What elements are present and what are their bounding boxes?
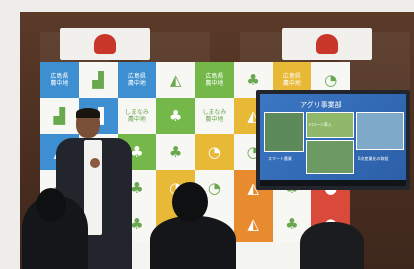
backdrop-tile: ◭: [156, 62, 195, 98]
ship-icon: ◭: [169, 70, 182, 89]
backdrop-tile: 広島県 農中地: [195, 62, 234, 98]
left-banner: [60, 28, 150, 60]
wifi-icon: ◔: [207, 178, 221, 197]
backdrop-tile: しまなみ 農中地: [195, 98, 234, 134]
backdrop-tile: ▟: [78, 62, 118, 98]
screen-taskbar: [260, 180, 406, 186]
wifi-icon: ◔: [324, 70, 338, 89]
tile-label: 広島県 農中地: [127, 73, 146, 87]
backdrop-tile: ◔: [195, 134, 234, 170]
backdrop-tile: 広島県 農中地: [117, 62, 157, 98]
audience-head: [172, 182, 208, 222]
backdrop-tile: ♣: [156, 98, 195, 134]
clover-icon: ♣: [168, 106, 183, 125]
right-banner: [282, 28, 372, 60]
photo-frame-left: [0, 0, 20, 269]
audience-member: [300, 222, 364, 269]
audience-member: [150, 216, 236, 269]
slide-photo-worker: [306, 140, 354, 174]
factory-icon: ▟: [92, 70, 104, 89]
red-logo-icon: [316, 34, 338, 54]
tile-label: 広島県 農中地: [205, 73, 224, 87]
ship-icon: ◭: [247, 214, 259, 233]
tile-label: 広島県 農中地: [282, 73, 301, 87]
backdrop-tile: 広島県 農中地: [40, 62, 79, 98]
backdrop-tile: ◭: [233, 206, 273, 242]
presentation-screen: アグリ事業部 ドローン導入 スマート農業 6次産業化の取組: [256, 90, 410, 190]
backdrop-tile: ♣: [156, 134, 195, 170]
tile-label: 広島県 農中地: [50, 73, 69, 87]
presenter-hair: [76, 108, 100, 118]
microphone-hand: [90, 158, 100, 168]
clover-icon: ♣: [168, 142, 183, 161]
slide-caption: 6次産業化の取組: [358, 156, 389, 161]
slide-caption: スマート農業: [268, 156, 292, 161]
tile-label: しまなみ 農中地: [202, 109, 227, 123]
wifi-icon: ◔: [207, 142, 221, 161]
slide-photo-drone: [264, 112, 304, 152]
presentation-slide: アグリ事業部 ドローン導入 スマート農業 6次産業化の取組: [260, 94, 406, 180]
audience-head: [36, 188, 66, 222]
slide-caption: ドローン導入: [308, 122, 332, 127]
clover-icon: ♣: [285, 214, 299, 233]
red-logo-icon: [94, 34, 116, 54]
slide-photo-landscape: [356, 112, 404, 150]
slide-title: アグリ事業部: [300, 101, 342, 109]
photo-frame-top: [0, 0, 414, 12]
clover-icon: ♣: [246, 70, 260, 89]
event-photo: 広島県 農中地▟広島県 農中地◭広島県 農中地♣広島県 農中地◔▟▟しまなみ 農…: [0, 0, 414, 269]
